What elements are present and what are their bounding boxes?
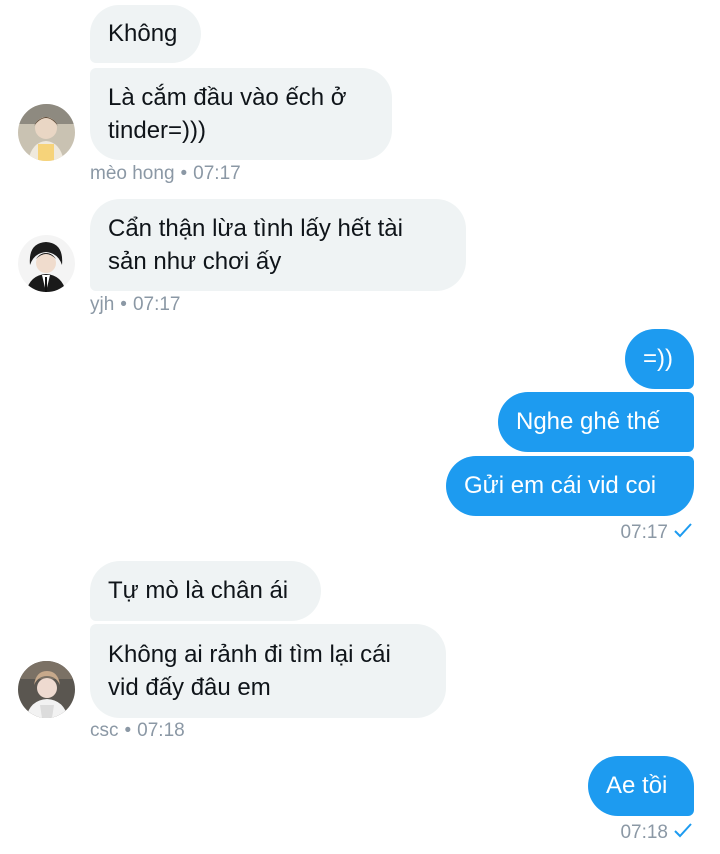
timestamp: 07:18: [137, 720, 185, 741]
message-bubble-incoming[interactable]: Là cắm đầu vào ếch ở tinder=))): [90, 68, 392, 160]
message-bubble-outgoing[interactable]: =)): [625, 329, 694, 389]
message-meta: 07:18: [620, 821, 692, 844]
message-bubble-outgoing[interactable]: Ae tồi: [588, 756, 694, 816]
message-text: Nghe ghê thế: [516, 408, 661, 435]
message-text-line: Không ai rảnh đi tìm lại cái: [108, 641, 391, 668]
message-bubble-incoming[interactable]: Không ai rảnh đi tìm lại cái vid đấy đâu…: [90, 624, 446, 718]
sender-name[interactable]: yjh: [90, 294, 114, 315]
message-bubble-outgoing[interactable]: Nghe ghê thế: [498, 392, 694, 452]
timestamp: 07:17: [620, 521, 668, 543]
message-text: Tự mò là chân ái: [108, 577, 289, 604]
separator-dot: •: [120, 294, 127, 315]
message-text-line: tinder=))): [108, 117, 207, 144]
separator-dot: •: [180, 163, 188, 184]
timestamp: 07:17: [132, 294, 181, 315]
message-bubble-incoming[interactable]: Tự mò là chân ái: [90, 561, 321, 621]
message-text-line: sản như chơi ấy: [108, 248, 282, 275]
timestamp: 07:17: [193, 163, 241, 184]
avatar[interactable]: [18, 104, 75, 161]
message-text: =)): [643, 345, 673, 372]
message-bubble-incoming[interactable]: Không: [90, 5, 201, 63]
message-text: Ae tồi: [606, 772, 668, 799]
message-text: Gửi em cái vid coi: [464, 472, 657, 499]
message-text: Không: [108, 20, 178, 47]
message-bubble-outgoing[interactable]: Gửi em cái vid coi: [446, 456, 694, 516]
message-meta: 07:17: [620, 521, 692, 544]
separator-dot: •: [124, 720, 132, 741]
message-meta: yjh • 07:17: [90, 294, 181, 316]
message-meta: csc • 07:18: [90, 720, 185, 742]
message-text-line: Là cắm đầu vào ếch ở: [108, 84, 347, 111]
message-text-line: Cẩn thận lừa tình lấy hết tài: [108, 215, 403, 242]
check-icon: [674, 521, 692, 544]
avatar[interactable]: [18, 661, 75, 718]
message-text-line: vid đấy đâu em: [108, 674, 271, 701]
sender-name[interactable]: csc: [90, 720, 119, 741]
message-bubble-incoming[interactable]: Cẩn thận lừa tình lấy hết tài sản như ch…: [90, 199, 466, 291]
sender-name[interactable]: mèo hong: [90, 163, 175, 184]
message-meta: mèo hong • 07:17: [90, 163, 241, 185]
check-icon: [674, 821, 692, 844]
timestamp: 07:18: [620, 821, 668, 843]
avatar[interactable]: [18, 235, 75, 292]
